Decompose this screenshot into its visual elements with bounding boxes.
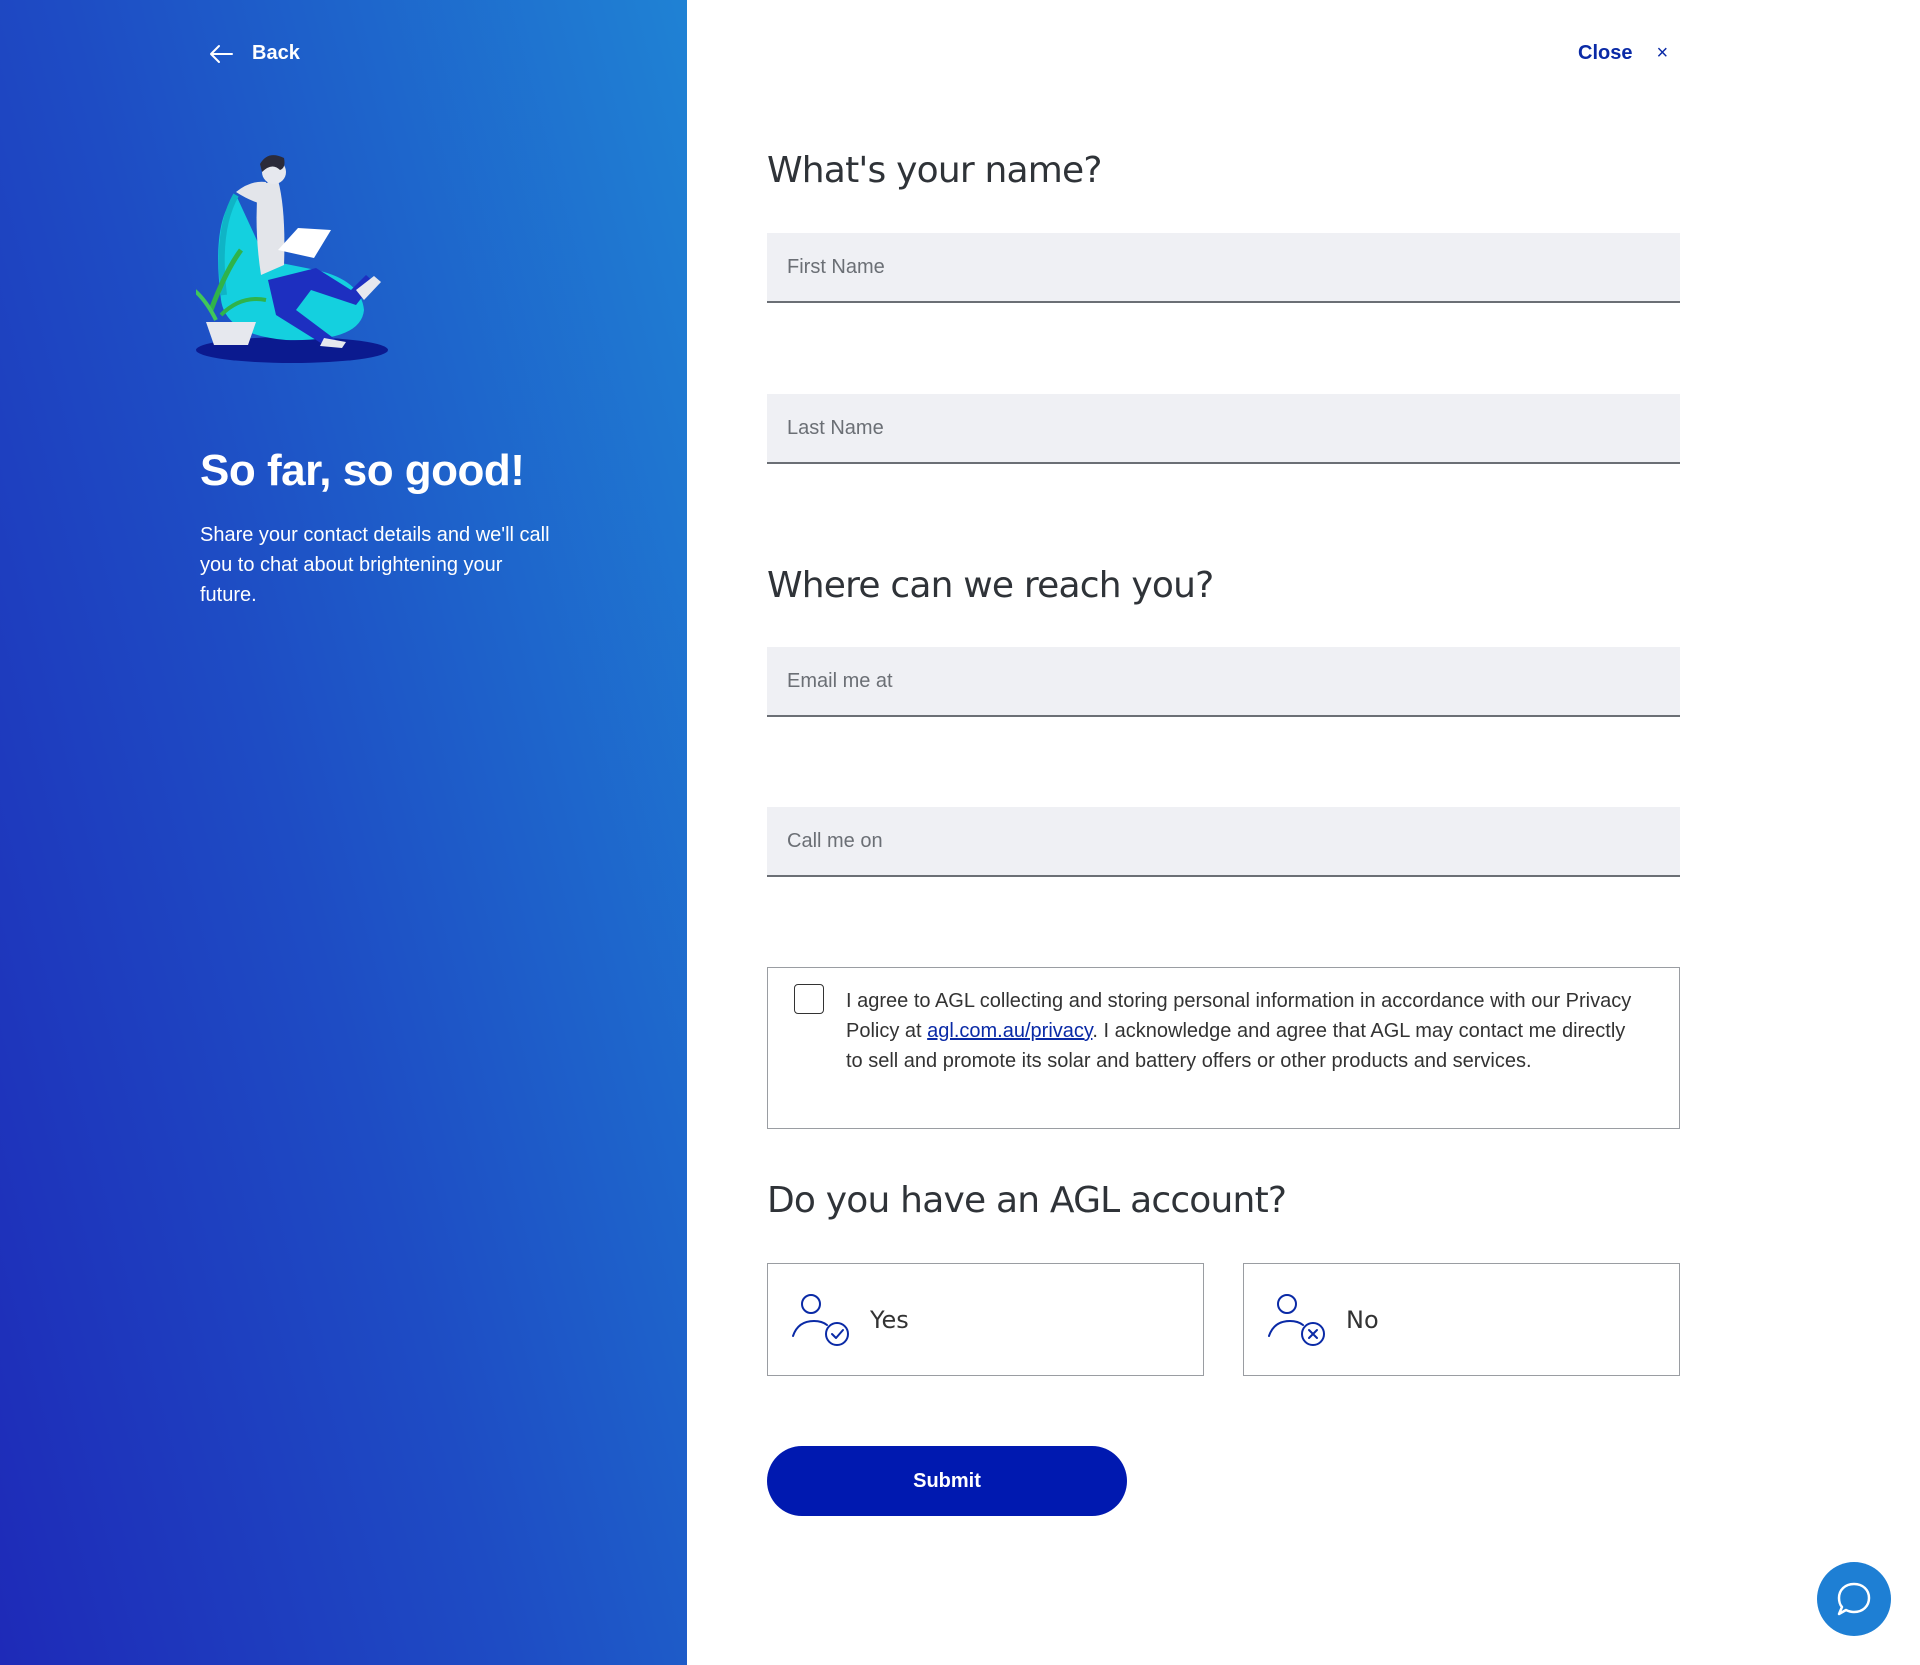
email-input[interactable]	[767, 647, 1680, 717]
page-heading: So far, so good!	[200, 446, 525, 495]
left-panel: Back So far, so good! Share your contact…	[0, 0, 687, 1665]
last-name-input[interactable]	[767, 394, 1680, 464]
chat-button[interactable]	[1817, 1562, 1891, 1636]
chat-bubble-icon	[1837, 1582, 1871, 1616]
account-section-title: Do you have an AGL account?	[767, 1180, 1287, 1221]
person-on-beanbag-illustration	[196, 155, 388, 363]
privacy-link[interactable]: agl.com.au/privacy	[927, 1020, 1092, 1042]
back-button[interactable]: Back	[208, 42, 300, 65]
page-description: Share your contact details and we'll cal…	[200, 524, 550, 606]
first-name-input[interactable]	[767, 233, 1680, 303]
account-yes-label: Yes	[870, 1305, 909, 1334]
consent-checkbox[interactable]	[794, 984, 824, 1014]
name-section-title: What's your name?	[767, 150, 1102, 191]
contact-section-title: Where can we reach you?	[767, 565, 1214, 606]
account-no-label: No	[1346, 1305, 1379, 1334]
consent-box: I agree to AGL collecting and storing pe…	[767, 967, 1680, 1129]
account-no-option[interactable]: No	[1243, 1263, 1680, 1376]
submit-button[interactable]: Submit	[767, 1446, 1127, 1516]
account-yes-option[interactable]: Yes	[767, 1263, 1204, 1376]
close-icon: ×	[1656, 42, 1669, 64]
user-x-icon	[1268, 1293, 1325, 1346]
close-button[interactable]: Close ×	[1578, 42, 1668, 65]
close-label: Close	[1578, 42, 1633, 64]
phone-input[interactable]	[767, 807, 1680, 877]
arrow-left-icon	[210, 44, 233, 63]
user-check-icon	[792, 1293, 849, 1346]
back-label: Back	[252, 42, 300, 64]
